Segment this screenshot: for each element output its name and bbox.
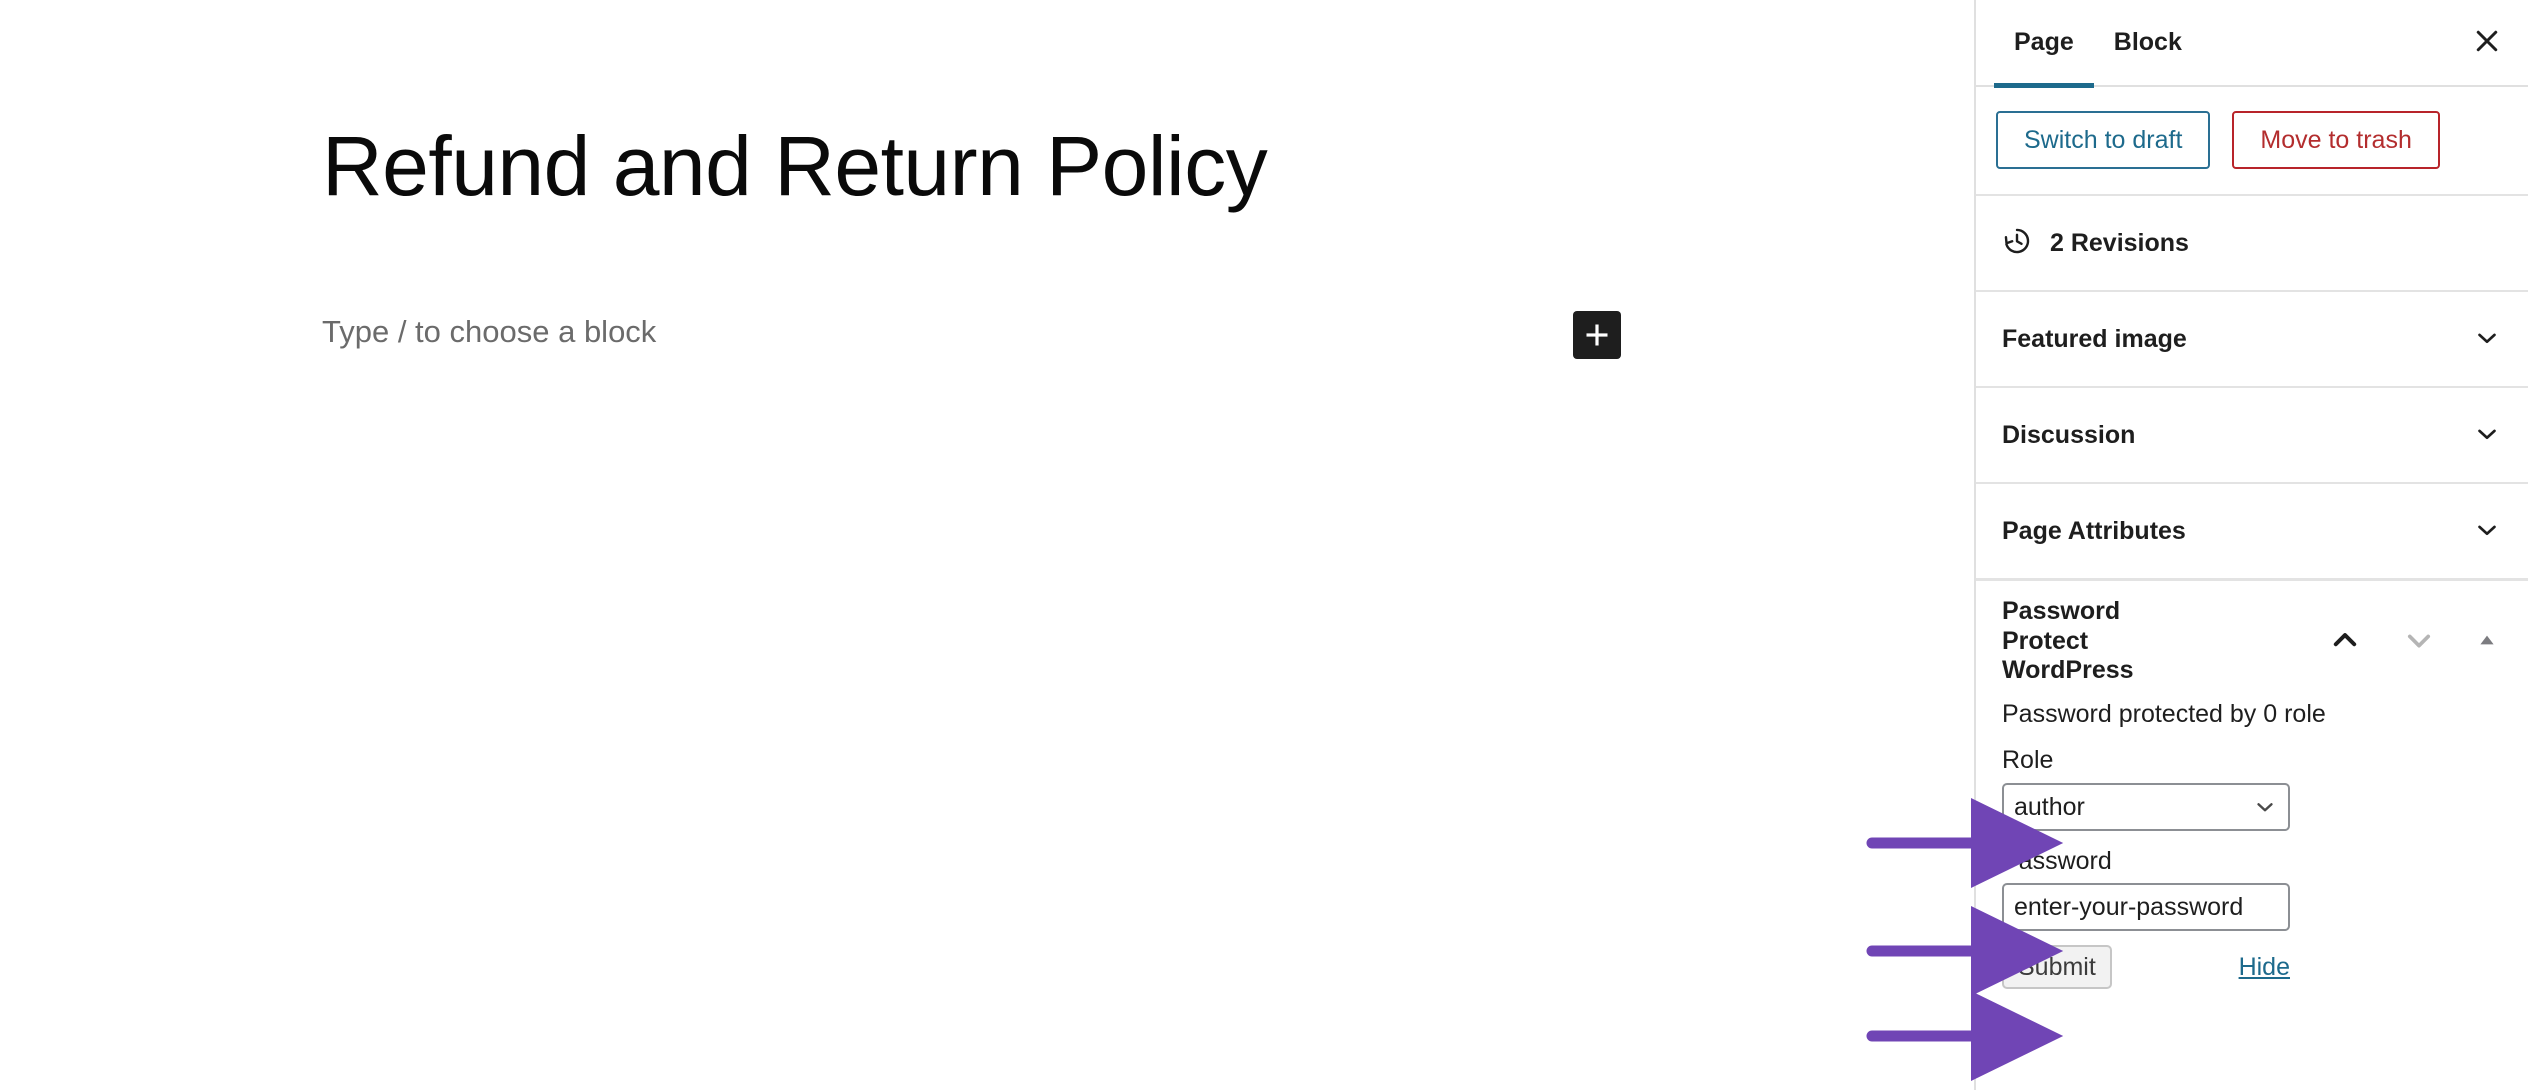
tab-page[interactable]: Page: [1994, 0, 2094, 88]
chevron-up-icon: [2328, 623, 2362, 660]
password-submit-row: Submit Hide: [2002, 945, 2290, 989]
page-title[interactable]: Refund and Return Policy: [322, 122, 1602, 210]
add-block-button[interactable]: [1573, 311, 1621, 359]
switch-to-draft-button[interactable]: Switch to draft: [1996, 111, 2211, 169]
chevron-down-icon: [2472, 419, 2502, 452]
plus-icon: [1584, 322, 1610, 348]
clock-revisions-icon: [2000, 224, 2034, 263]
hide-link[interactable]: Hide: [2239, 953, 2290, 982]
password-protect-status: Password protected by 0 role: [2002, 699, 2326, 728]
revisions-row[interactable]: 2 Revisions: [1976, 194, 2528, 290]
block-placeholder-text[interactable]: Type / to choose a block: [322, 313, 656, 350]
password-protect-header-icons: [2328, 597, 2502, 660]
password-label: Password: [2002, 846, 2112, 875]
role-label: Role: [2002, 746, 2054, 774]
expand-panel-button[interactable]: [2402, 623, 2436, 660]
close-sidebar-button[interactable]: [2460, 16, 2514, 70]
triangle-up-icon: [2476, 629, 2498, 654]
password-protect-header: Password Protect WordPress: [2002, 597, 2502, 686]
password-input[interactable]: [2002, 883, 2290, 931]
panel-discussion-label: Discussion: [2002, 420, 2136, 449]
page-root: Refund and Return Policy Type / to choos…: [0, 0, 2528, 1090]
tab-page-label: Page: [2014, 28, 2074, 56]
role-select-wrapper: author: [2002, 782, 2290, 831]
panel-featured-image[interactable]: Featured image: [1976, 290, 2528, 386]
move-to-trash-button[interactable]: Move to trash: [2232, 111, 2440, 169]
settings-sidebar: Page Block Switch to draft Move to trash: [1974, 0, 2528, 1090]
status-actions: Switch to draft Move to trash: [1976, 87, 2528, 194]
move-up-button[interactable]: [2476, 629, 2498, 654]
close-icon: [2472, 26, 2502, 59]
revisions-label: 2 Revisions: [2050, 228, 2189, 257]
tab-block-label: Block: [2113, 28, 2182, 56]
collapse-panel-button[interactable]: [2328, 623, 2362, 660]
role-select[interactable]: author: [2002, 782, 2290, 831]
panel-password-protect-wordpress: Password Protect WordPress Password prot…: [1976, 578, 2528, 989]
chevron-down-icon: [2402, 623, 2436, 660]
panel-featured-image-label: Featured image: [2002, 324, 2187, 353]
editor-canvas: Refund and Return Policy Type / to choos…: [0, 0, 1974, 1090]
chevron-down-icon: [2472, 515, 2502, 548]
panel-discussion[interactable]: Discussion: [1976, 386, 2528, 482]
tab-block[interactable]: Block: [2094, 0, 2202, 86]
submit-button[interactable]: Submit: [2002, 945, 2112, 989]
sidebar-tab-bar: Page Block: [1976, 0, 2528, 88]
panel-page-attributes[interactable]: Page Attributes: [1976, 482, 2528, 578]
password-protect-title: Password Protect WordPress: [2002, 597, 2134, 684]
chevron-down-icon: [2472, 323, 2502, 356]
panel-page-attributes-label: Page Attributes: [2002, 516, 2186, 545]
